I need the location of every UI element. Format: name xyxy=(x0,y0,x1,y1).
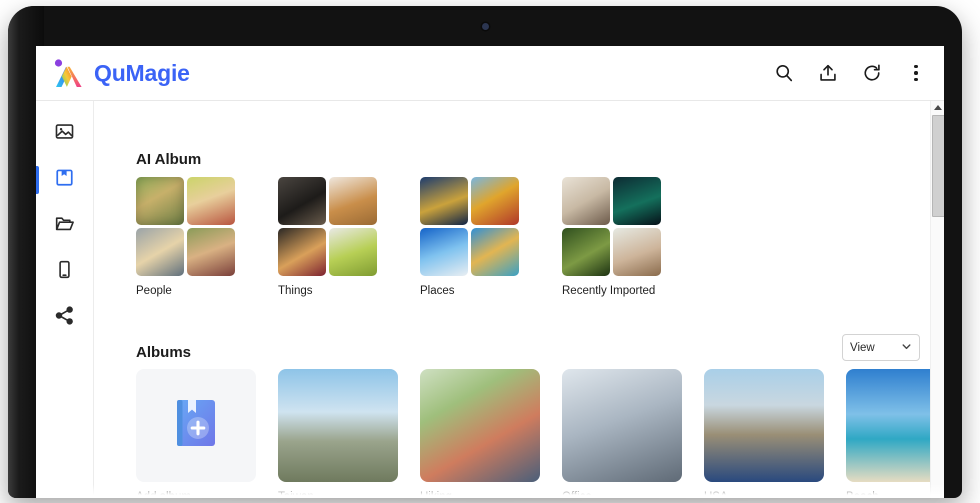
sidebar-item-devices[interactable] xyxy=(36,249,93,295)
mobile-device-icon xyxy=(54,259,75,285)
sidebar-item-albums[interactable] xyxy=(36,157,93,203)
thumb-domed-building xyxy=(471,177,519,225)
thumb-tourist-couple xyxy=(562,177,610,225)
folder-icon xyxy=(54,213,75,239)
albums-grid: Add album Taiwan 12 photos, 1 videos Hik… xyxy=(136,369,944,498)
thumb-man-cyclist xyxy=(136,177,184,225)
brand-name: QuMagie xyxy=(94,59,190,86)
photo-icon xyxy=(54,121,75,147)
sidebar-item-photos[interactable] xyxy=(36,111,93,157)
brand-logo[interactable]: QuMagie xyxy=(50,58,190,88)
refresh-icon[interactable] xyxy=(862,63,882,83)
album-card-add[interactable]: Add album xyxy=(136,369,256,498)
thumb-meerkat xyxy=(562,228,610,276)
ai-album-card-recently-imported[interactable]: Recently Imported xyxy=(562,177,661,297)
album-card-taiwan[interactable]: Taiwan 12 photos, 1 videos xyxy=(278,369,398,498)
album-thumbnail-office xyxy=(562,369,682,482)
app-window: QuMagie AI Album People Things Places Re… xyxy=(36,46,944,498)
chevron-down-icon xyxy=(901,341,912,355)
ai-album-thumbnail xyxy=(420,177,519,276)
ai-album-card-places[interactable]: Places xyxy=(420,177,519,297)
scrollbar-thumb[interactable] xyxy=(932,115,944,217)
vertical-scrollbar[interactable] xyxy=(930,101,944,498)
scroll-up-arrow-icon[interactable] xyxy=(931,101,944,114)
front-camera-lens xyxy=(482,23,489,30)
ai-album-thumbnail xyxy=(136,177,235,276)
tablet-device-frame: QuMagie AI Album People Things Places Re… xyxy=(8,6,962,498)
more-options-icon[interactable] xyxy=(906,64,926,82)
add-album-book-icon xyxy=(169,395,223,456)
album-name: Add album xyxy=(136,491,191,498)
ai-album-thumbnail xyxy=(562,177,661,276)
ai-album-card-things[interactable]: Things xyxy=(278,177,377,297)
main-content: AI Album People Things Places Recently I… xyxy=(94,101,944,498)
share-icon xyxy=(54,305,75,331)
thumb-boy xyxy=(187,228,235,276)
album-name: Hiking xyxy=(420,491,452,498)
add-album-tile[interactable] xyxy=(136,369,256,482)
album-name: USA xyxy=(704,491,728,498)
thumb-dessert xyxy=(278,228,326,276)
view-dropdown-label: View xyxy=(850,341,875,354)
album-name: Office xyxy=(562,491,592,498)
thumb-girl xyxy=(136,228,184,276)
sidebar-item-folders[interactable] xyxy=(36,203,93,249)
screenshot-root: QuMagie AI Album People Things Places Re… xyxy=(0,0,980,503)
view-dropdown[interactable]: View xyxy=(842,334,920,361)
thumb-blonde-woman xyxy=(187,177,235,225)
ai-album-card-people[interactable]: People xyxy=(136,177,235,297)
album-card-hiking[interactable]: Hiking 22 photos, 2 videos xyxy=(420,369,540,498)
ai-album-grid: People Things Places Recently Imported xyxy=(136,177,661,297)
album-card-usa[interactable]: USA 21 photos, 2 videos xyxy=(704,369,824,498)
header-actions xyxy=(774,63,926,83)
ai-album-section-title: AI Album xyxy=(136,151,202,168)
album-thumbnail-hiking xyxy=(420,369,540,482)
thumb-dog-with-ball xyxy=(329,177,377,225)
thumb-camera xyxy=(278,177,326,225)
album-thumbnail-taiwan xyxy=(278,369,398,482)
album-thumbnail-usa xyxy=(704,369,824,482)
thumb-sleeping-baby xyxy=(613,228,661,276)
album-icon xyxy=(54,167,75,193)
thumb-coastal-town xyxy=(471,228,519,276)
ai-album-label: Things xyxy=(278,285,313,297)
thumb-artscience-museum xyxy=(420,228,468,276)
ai-album-thumbnail xyxy=(278,177,377,276)
ai-album-label: People xyxy=(136,285,172,297)
ai-album-label: Recently Imported xyxy=(562,285,656,297)
search-icon[interactable] xyxy=(774,63,794,83)
app-header: QuMagie xyxy=(36,46,944,101)
album-name: Taiwan xyxy=(278,491,314,498)
thumb-eiffel-tower xyxy=(420,177,468,225)
ai-album-label: Places xyxy=(420,285,455,297)
qumagie-logo-icon xyxy=(50,58,84,88)
album-card-office[interactable]: Office 11 photos, 1 videos xyxy=(562,369,682,498)
thumb-aurora xyxy=(613,177,661,225)
upload-icon[interactable] xyxy=(818,63,838,83)
thumb-plant xyxy=(329,228,377,276)
sidebar-item-shared[interactable] xyxy=(36,295,93,341)
albums-section-title: Albums xyxy=(136,344,192,361)
sidebar xyxy=(36,101,94,498)
